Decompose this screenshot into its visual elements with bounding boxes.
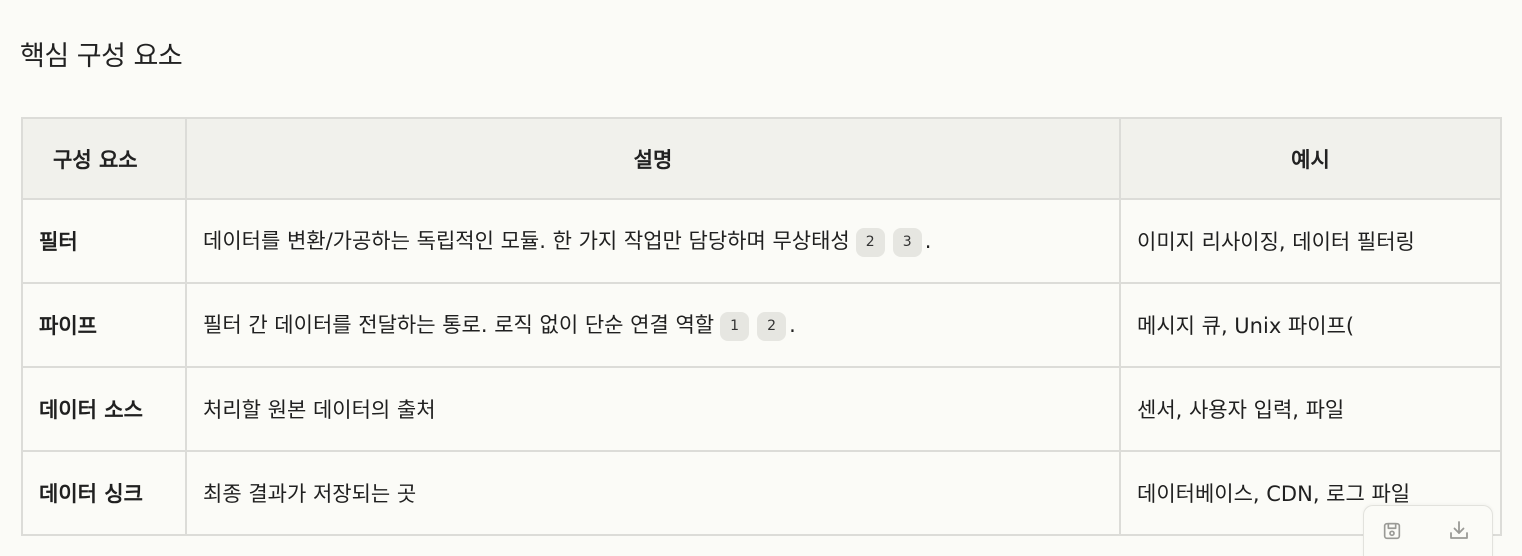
table-row: 데이터 싱크 최종 결과가 저장되는 곳 데이터베이스, CDN, 로그 파일: [21, 450, 1502, 536]
description-tail: .: [789, 313, 796, 337]
components-table-wrapper: 구성 요소 설명 예시 필터 데이터를 변환/가공하는 독립적인 모듈. 한 가…: [21, 117, 1502, 536]
components-table: 구성 요소 설명 예시 필터 데이터를 변환/가공하는 독립적인 모듈. 한 가…: [21, 117, 1502, 536]
cell-example: 센서, 사용자 입력, 파일: [1119, 366, 1502, 452]
citation-badge[interactable]: 2: [855, 228, 885, 257]
description-text: 데이터를 변환/가공하는 독립적인 모듈. 한 가지 작업만 담당하며 무상태성: [203, 229, 850, 253]
table-row: 파이프 필터 간 데이터를 전달하는 통로. 로직 없이 단순 연결 역할 1 2.…: [21, 282, 1502, 368]
save-button[interactable]: [1379, 518, 1405, 544]
cell-component: 데이터 싱크: [21, 450, 187, 536]
description-text: 필터 간 데이터를 전달하는 통로. 로직 없이 단순 연결 역할: [203, 313, 715, 337]
table-header-row: 구성 요소 설명 예시: [21, 117, 1502, 200]
header-description: 설명: [185, 117, 1121, 200]
description-text: 최종 결과가 저장되는 곳: [203, 482, 417, 506]
cell-component: 필터: [21, 198, 187, 284]
save-icon: [1383, 522, 1401, 540]
cell-example: 이미지 리사이징, 데이터 필터링: [1119, 198, 1502, 284]
description-tail: .: [924, 229, 932, 253]
header-example: 예시: [1119, 117, 1502, 200]
cell-example: 메시지 큐, Unix 파이프(: [1119, 282, 1502, 368]
cell-description: 필터 간 데이터를 전달하는 통로. 로직 없이 단순 연결 역할 1 2.: [185, 282, 1121, 368]
header-component: 구성 요소: [21, 117, 187, 200]
citation-badge[interactable]: 1: [720, 312, 750, 341]
description-text: 처리할 원본 데이터의 출처: [203, 398, 436, 422]
section-heading: 핵심 구성 요소: [20, 41, 183, 72]
download-icon: [1450, 521, 1468, 539]
cell-component: 파이프: [21, 282, 187, 368]
cell-description: 최종 결과가 저장되는 곳: [185, 450, 1121, 536]
page: 핵심 구성 요소 구성 요소 설명 예시 필터 데이터를 변환/가공하는 독립적…: [0, 0, 1522, 556]
cell-description: 처리할 원본 데이터의 출처: [185, 366, 1121, 452]
cell-description: 데이터를 변환/가공하는 독립적인 모듈. 한 가지 작업만 담당하며 무상태성…: [185, 198, 1121, 284]
table-row: 필터 데이터를 변환/가공하는 독립적인 모듈. 한 가지 작업만 담당하며 무…: [21, 198, 1502, 284]
citation-badge[interactable]: 2: [757, 312, 787, 341]
download-button[interactable]: [1446, 518, 1472, 544]
cell-component: 데이터 소스: [21, 366, 187, 452]
table-toolbar: [1363, 505, 1493, 556]
citation-badge[interactable]: 3: [892, 228, 922, 257]
table-row: 데이터 소스 처리할 원본 데이터의 출처 센서, 사용자 입력, 파일: [21, 366, 1502, 452]
